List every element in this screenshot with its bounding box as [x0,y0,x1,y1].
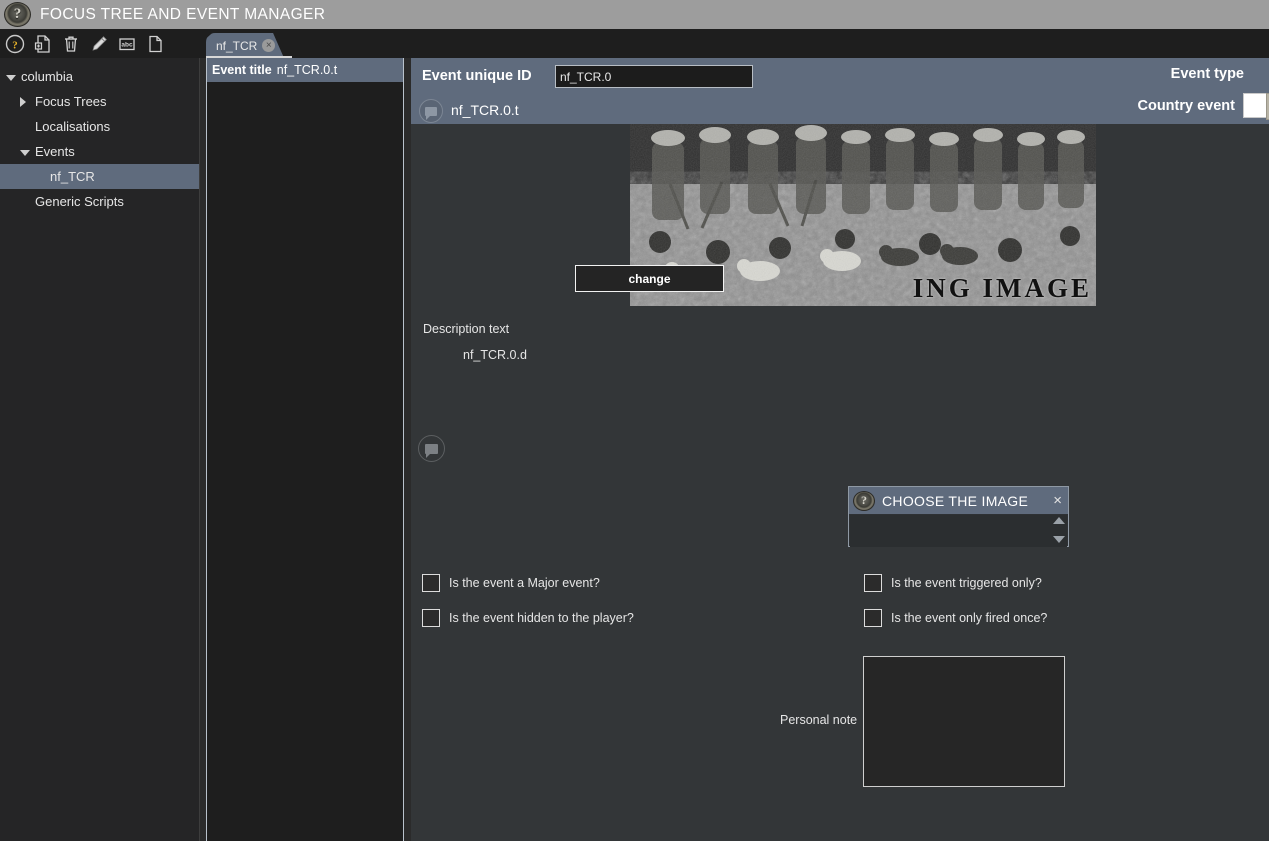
tree-item-events[interactable]: Events [0,139,199,164]
window-titlebar: ? FOCUS TREE AND EVENT MANAGER [0,0,1269,29]
triggered-only-checkbox[interactable] [864,574,882,592]
tree-item-nf-tcr[interactable]: nf_TCR [0,164,199,189]
triggered-only-checkbox-row: Is the event triggered only? [864,574,1042,592]
tab-label: nf_TCR [216,38,258,53]
dialog-titlebar: ? CHOOSE THE IMAGE × [849,487,1068,514]
event-type-value: Country event [1137,97,1236,114]
chevron-right-icon[interactable] [20,97,30,107]
tree-item-label: Focus Trees [35,94,107,109]
chevron-down-icon[interactable] [20,147,30,157]
unique-id-input[interactable] [555,65,753,88]
hidden-event-checkbox-row: Is the event hidden to the player? [422,609,634,627]
chevron-down-icon[interactable] [6,72,16,82]
editor-header: Event unique ID nf_TCR.0.t Event type Co… [411,58,1269,124]
description-comment-bubble-icon[interactable] [418,435,445,462]
unique-id-label: Event unique ID [422,68,532,84]
tree-item-columbia[interactable]: columbia [0,64,199,89]
help-icon[interactable]: ? [5,34,25,54]
edit-pencil-icon[interactable] [89,34,109,54]
new-file-icon[interactable] [33,34,53,54]
dialog-logo-icon: ? [853,490,875,511]
comment-bubble-icon[interactable] [419,99,443,123]
localisation-abc-icon[interactable]: abc [117,34,137,54]
fire-once-label: Is the event only fired once? [891,611,1048,625]
triggered-only-label: Is the event triggered only? [891,576,1042,590]
event-list-header-label: Event title [212,63,272,77]
major-event-checkbox-row: Is the event a Major event? [422,574,600,592]
delete-icon[interactable] [61,34,81,54]
event-title-value: nf_TCR.0.t [451,102,519,118]
svg-text:?: ? [12,39,18,51]
event-type-row: Country event [1137,93,1269,120]
description-value[interactable]: nf_TCR.0.d [463,348,527,362]
window-title: FOCUS TREE AND EVENT MANAGER [40,5,326,23]
project-tree-panel: columbia Focus Trees Localisations Event… [0,58,200,841]
tree-item-label: Generic Scripts [35,194,124,209]
app-logo-glyph: ? [13,5,22,22]
app-logo-icon: ? [4,1,32,28]
tree-item-focus-trees[interactable]: Focus Trees [0,89,199,114]
tab-nf-tcr[interactable]: nf_TCR × [206,33,284,58]
personal-note-label: Personal note [780,713,858,727]
tab-strip: nf_TCR × [206,29,1269,58]
tree-item-label: nf_TCR [50,169,95,184]
hidden-event-label: Is the event hidden to the player? [449,611,634,625]
dialog-image-list[interactable] [850,515,1067,547]
tab-close-icon[interactable]: × [262,39,276,52]
description-label: Description text [423,322,510,336]
dialog-logo-glyph: ? [861,493,867,507]
app-root: ? FOCUS TREE AND EVENT MANAGER ? abc nf_… [0,0,1269,841]
hidden-event-checkbox[interactable] [422,609,440,627]
fire-once-checkbox[interactable] [864,609,882,627]
chevron-up-icon[interactable] [1052,517,1065,524]
personal-note-textarea[interactable] [863,656,1065,787]
choose-image-dialog: ? CHOOSE THE IMAGE × [848,486,1069,547]
tree-item-label: Events [35,144,75,159]
tree-item-label: columbia [21,69,74,84]
event-editor-panel: Event unique ID nf_TCR.0.t Event type Co… [411,58,1269,841]
tree-item-localisations[interactable]: Localisations [0,114,199,139]
event-type-label: Event type [1170,66,1244,82]
image-watermark: ING IMAGE [912,273,1092,303]
close-icon[interactable]: × [1053,493,1062,508]
major-event-label: Is the event a Major event? [449,576,600,590]
dialog-title: CHOOSE THE IMAGE [882,492,1029,509]
chevron-down-icon[interactable] [1052,536,1065,543]
main-toolbar: ? abc [0,29,200,58]
tree-item-label: Localisations [35,119,111,134]
event-type-dropdown[interactable] [1243,93,1269,120]
svg-text:abc: abc [121,41,133,48]
change-image-button[interactable]: change [575,265,724,292]
event-list-header-value: nf_TCR.0.t [276,63,338,77]
event-list-panel: Event title nf_TCR.0.t [206,58,404,841]
major-event-checkbox[interactable] [422,574,440,592]
fire-once-checkbox-row: Is the event only fired once? [864,609,1047,627]
duplicate-page-icon[interactable] [145,34,165,54]
tree-item-generic-scripts[interactable]: Generic Scripts [0,189,199,214]
dialog-scrollbar[interactable] [1051,515,1066,545]
event-list-header[interactable]: Event title nf_TCR.0.t [207,58,403,82]
